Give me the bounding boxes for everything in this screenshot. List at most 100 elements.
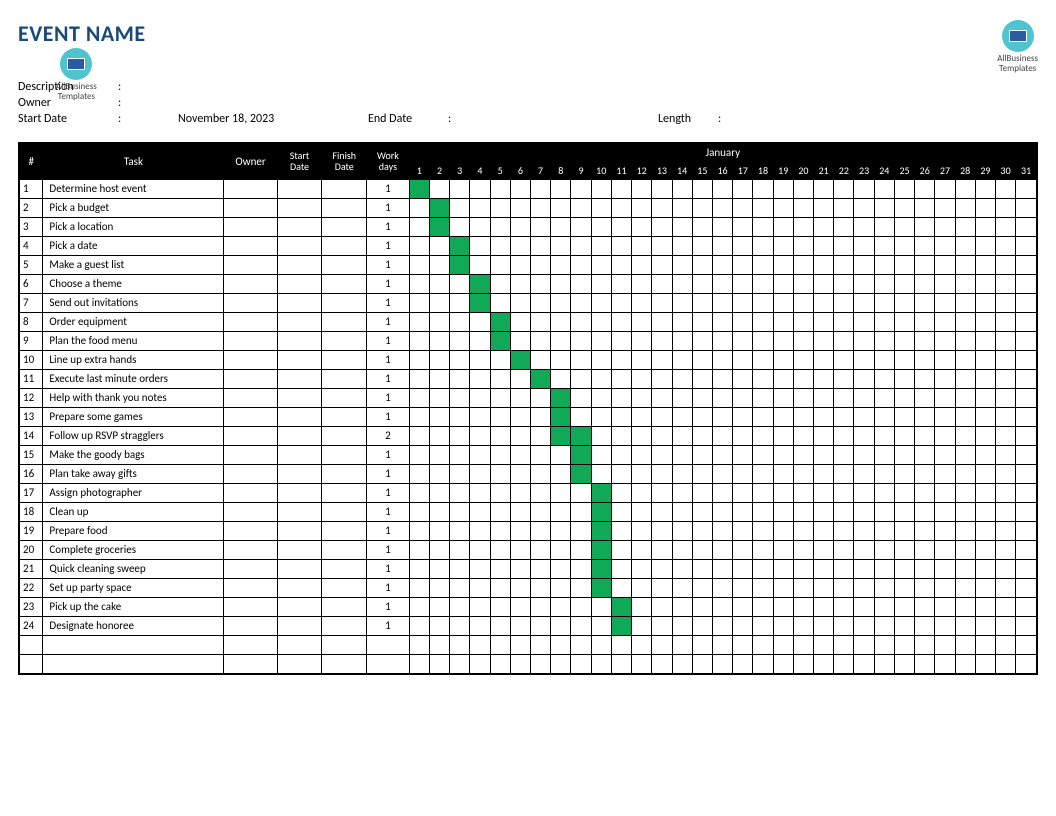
gantt-cell[interactable] bbox=[510, 426, 530, 445]
gantt-cell[interactable] bbox=[915, 236, 935, 255]
cell-num[interactable]: 24 bbox=[20, 616, 43, 635]
gantt-cell[interactable] bbox=[814, 521, 834, 540]
gantt-cell[interactable] bbox=[733, 198, 753, 217]
gantt-cell[interactable] bbox=[611, 369, 631, 388]
gantt-cell[interactable] bbox=[571, 331, 591, 350]
gantt-cell[interactable] bbox=[409, 483, 429, 502]
gantt-cell[interactable] bbox=[753, 578, 773, 597]
gantt-cell[interactable] bbox=[1016, 559, 1037, 578]
gantt-cell[interactable] bbox=[773, 654, 793, 673]
gantt-cell[interactable] bbox=[975, 654, 995, 673]
cell-task[interactable]: Pick a location bbox=[43, 217, 224, 236]
gantt-cell[interactable] bbox=[975, 312, 995, 331]
gantt-cell[interactable] bbox=[611, 312, 631, 331]
gantt-cell[interactable] bbox=[490, 293, 510, 312]
gantt-cell[interactable] bbox=[611, 559, 631, 578]
gantt-cell[interactable] bbox=[955, 217, 975, 236]
gantt-cell[interactable] bbox=[874, 426, 894, 445]
gantt-cell[interactable] bbox=[692, 464, 712, 483]
gantt-cell[interactable] bbox=[834, 426, 854, 445]
gantt-cell[interactable] bbox=[530, 559, 550, 578]
gantt-cell[interactable] bbox=[530, 521, 550, 540]
cell-wd[interactable] bbox=[367, 635, 410, 654]
gantt-cell[interactable] bbox=[692, 179, 712, 198]
gantt-cell[interactable] bbox=[935, 312, 955, 331]
gantt-cell[interactable] bbox=[996, 464, 1016, 483]
gantt-cell[interactable] bbox=[450, 293, 470, 312]
gantt-cell[interactable] bbox=[733, 521, 753, 540]
gantt-cell[interactable] bbox=[409, 293, 429, 312]
cell-num[interactable]: 1 bbox=[20, 179, 43, 198]
gantt-cell[interactable] bbox=[551, 369, 571, 388]
gantt-cell[interactable] bbox=[915, 483, 935, 502]
gantt-cell[interactable] bbox=[611, 388, 631, 407]
gantt-cell[interactable] bbox=[712, 521, 732, 540]
gantt-cell[interactable] bbox=[510, 445, 530, 464]
gantt-cell[interactable] bbox=[955, 616, 975, 635]
gantt-cell[interactable] bbox=[652, 426, 672, 445]
gantt-cell[interactable] bbox=[712, 312, 732, 331]
gantt-cell[interactable] bbox=[551, 350, 571, 369]
gantt-cell[interactable] bbox=[611, 407, 631, 426]
gantt-cell[interactable] bbox=[530, 502, 550, 521]
gantt-cell[interactable] bbox=[692, 217, 712, 236]
gantt-cell[interactable] bbox=[733, 616, 753, 635]
gantt-cell[interactable] bbox=[975, 369, 995, 388]
gantt-cell[interactable] bbox=[490, 635, 510, 654]
gantt-cell[interactable] bbox=[894, 521, 914, 540]
gantt-cell[interactable] bbox=[551, 597, 571, 616]
cell-num[interactable]: 19 bbox=[20, 521, 43, 540]
gantt-cell[interactable] bbox=[955, 502, 975, 521]
table-row[interactable]: 8Order equipment1 bbox=[20, 312, 1037, 331]
gantt-cell[interactable] bbox=[672, 369, 692, 388]
gantt-cell[interactable] bbox=[894, 350, 914, 369]
gantt-cell[interactable] bbox=[793, 198, 813, 217]
gantt-cell[interactable] bbox=[955, 407, 975, 426]
cell-owner[interactable] bbox=[224, 597, 277, 616]
cell-start[interactable] bbox=[277, 217, 322, 236]
gantt-cell[interactable] bbox=[510, 597, 530, 616]
cell-wd[interactable]: 1 bbox=[367, 502, 410, 521]
gantt-cell[interactable] bbox=[1016, 578, 1037, 597]
gantt-cell[interactable] bbox=[975, 464, 995, 483]
gantt-cell[interactable] bbox=[1016, 654, 1037, 673]
gantt-cell[interactable] bbox=[632, 331, 652, 350]
gantt-cell[interactable] bbox=[854, 502, 874, 521]
gantt-cell[interactable] bbox=[733, 540, 753, 559]
gantt-cell[interactable] bbox=[672, 464, 692, 483]
table-row[interactable]: 21Quick cleaning sweep1 bbox=[20, 559, 1037, 578]
gantt-cell[interactable] bbox=[814, 635, 834, 654]
gantt-cell[interactable] bbox=[955, 464, 975, 483]
cell-task[interactable]: Send out invitations bbox=[43, 293, 224, 312]
gantt-cell[interactable] bbox=[652, 312, 672, 331]
gantt-cell[interactable] bbox=[975, 293, 995, 312]
gantt-cell[interactable] bbox=[894, 426, 914, 445]
gantt-cell[interactable] bbox=[551, 445, 571, 464]
gantt-cell[interactable] bbox=[955, 198, 975, 217]
gantt-cell[interactable] bbox=[874, 179, 894, 198]
gantt-cell[interactable] bbox=[733, 578, 753, 597]
gantt-cell[interactable] bbox=[1016, 597, 1037, 616]
gantt-cell[interactable] bbox=[712, 407, 732, 426]
cell-owner[interactable] bbox=[224, 179, 277, 198]
gantt-cell[interactable] bbox=[975, 483, 995, 502]
gantt-cell[interactable] bbox=[672, 635, 692, 654]
gantt-cell[interactable] bbox=[672, 274, 692, 293]
gantt-cell[interactable] bbox=[814, 426, 834, 445]
cell-task[interactable]: Make the goody bags bbox=[43, 445, 224, 464]
gantt-cell[interactable] bbox=[652, 407, 672, 426]
gantt-cell[interactable] bbox=[793, 312, 813, 331]
gantt-cell[interactable] bbox=[490, 179, 510, 198]
gantt-cell[interactable] bbox=[733, 255, 753, 274]
gantt-cell[interactable] bbox=[935, 179, 955, 198]
gantt-cell[interactable] bbox=[955, 350, 975, 369]
gantt-cell[interactable] bbox=[733, 426, 753, 445]
gantt-cell[interactable] bbox=[814, 179, 834, 198]
gantt-cell[interactable] bbox=[854, 445, 874, 464]
gantt-cell[interactable] bbox=[530, 597, 550, 616]
gantt-cell[interactable] bbox=[571, 217, 591, 236]
gantt-cell[interactable] bbox=[793, 179, 813, 198]
gantt-cell[interactable] bbox=[409, 274, 429, 293]
gantt-cell[interactable] bbox=[894, 597, 914, 616]
gantt-cell[interactable] bbox=[530, 236, 550, 255]
